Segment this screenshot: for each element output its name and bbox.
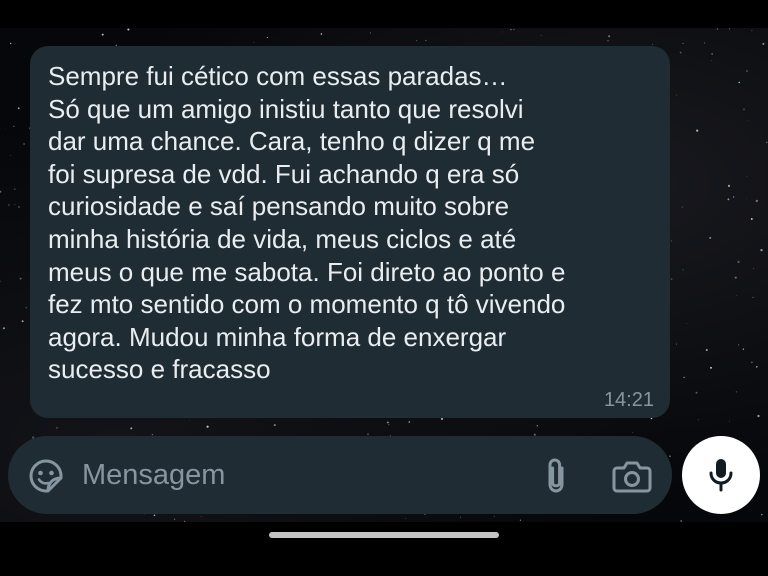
home-indicator[interactable] [269,532,499,538]
microphone-icon [709,459,733,492]
paperclip-icon[interactable] [538,456,574,496]
sticker-icon[interactable] [28,458,64,494]
message-composer [8,436,672,514]
system-navigation-bar [0,522,768,548]
message-input[interactable] [82,454,522,496]
received-message-bubble[interactable]: Sempre fui cético com essas paradas… Só … [30,46,670,418]
screen: Sempre fui cético com essas paradas… Só … [0,0,768,576]
voice-message-button[interactable] [682,436,760,514]
message-text: Sempre fui cético com essas paradas… Só … [48,61,566,385]
camera-icon[interactable] [612,458,652,494]
message-timestamp: 14:21 [603,389,654,411]
